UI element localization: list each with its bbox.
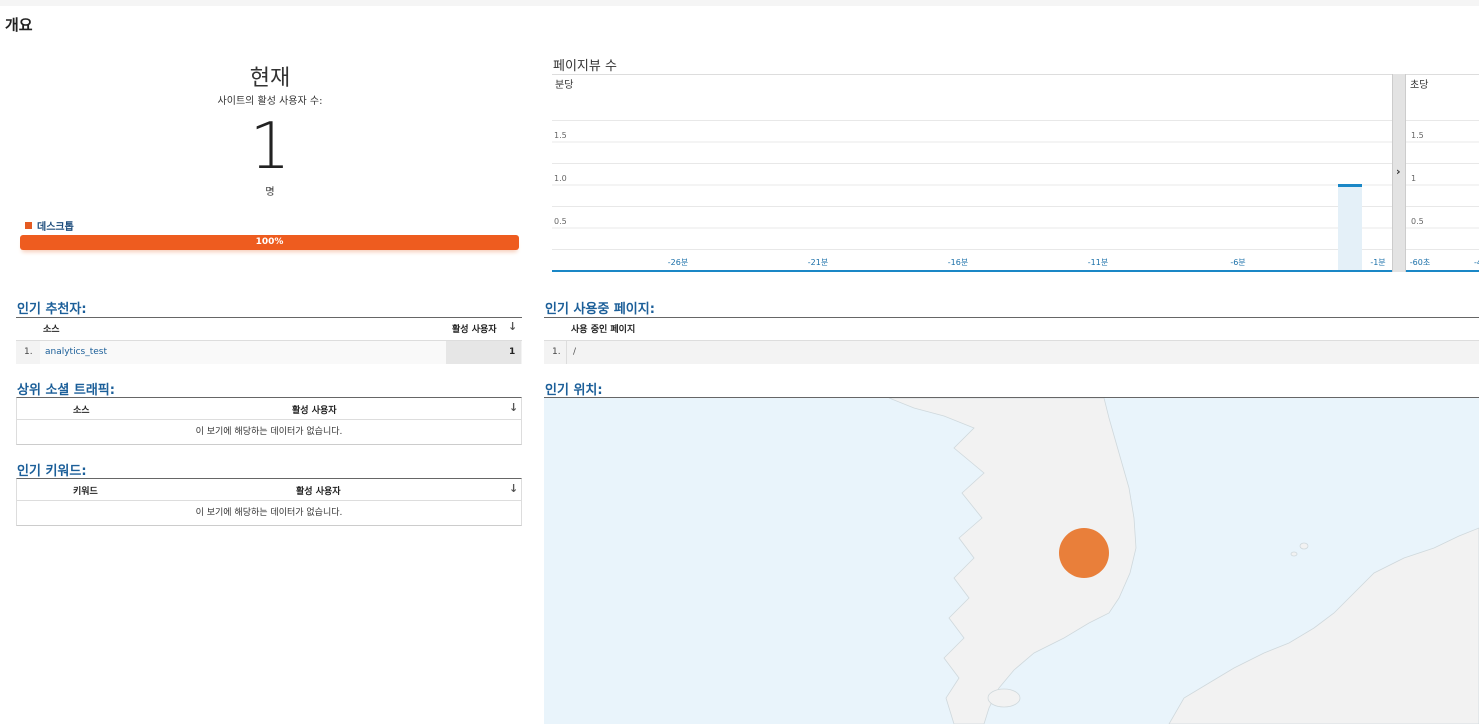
per-minute-label: 분당 — [555, 80, 574, 91]
col-page[interactable]: 사용 중인 페이지 — [571, 322, 635, 335]
row-source-link[interactable]: analytics_test — [45, 347, 107, 357]
device-legend: 데스크톱 — [25, 218, 74, 233]
map-land-island — [1290, 551, 1298, 557]
device-swatch — [25, 222, 32, 229]
x-tick-label: -1분 — [1370, 258, 1385, 267]
row-page-link[interactable]: / — [573, 347, 576, 357]
active-users-unit: 명 — [265, 187, 275, 198]
x-tick-label: -4 — [1474, 258, 1479, 267]
row-rank: 1. — [24, 347, 33, 357]
table-row: 1. / — [544, 340, 1479, 364]
top-keywords-table: 키워드 활성 사용자 ↓ 이 보기에 해당하는 데이터가 없습니다. — [16, 478, 522, 526]
table-header: 키워드 활성 사용자 ↓ — [17, 479, 521, 501]
top-social-title: 상위 소셜 트래픽: — [17, 383, 115, 398]
pageviews-title: 페이지뷰 수 — [553, 59, 617, 74]
top-referrals-table: 소스 활성 사용자 ↓ 1. analytics_test 1 — [16, 317, 522, 364]
active-users-count: 1 — [249, 110, 291, 184]
per-second-label: 초당 — [1410, 80, 1429, 91]
col-active-users[interactable]: 활성 사용자 — [452, 322, 497, 335]
x-tick-label: -26분 — [668, 258, 688, 267]
device-share-bar[interactable]: 100% — [20, 235, 519, 250]
top-keywords-title: 인기 키워드: — [17, 464, 87, 479]
per-second-chart-svg: 0.5 1 1.5 -60초 -4 — [1406, 120, 1479, 272]
page-title: 개요 — [5, 16, 33, 34]
x-tick-label: -16분 — [948, 258, 968, 267]
col-keyword[interactable]: 키워드 — [73, 484, 98, 497]
active-users-title: 현재 — [249, 66, 291, 91]
y-tick-label: 1.5 — [554, 131, 567, 140]
device-label: 데스크톱 — [37, 222, 74, 233]
x-tick-label: -6분 — [1230, 258, 1245, 267]
per-minute-chart-svg: 0.5 1.0 1.5 -26분 -21분 -16분 -11분 -6분 -1분 — [552, 120, 1392, 272]
active-users-panel: 현재 사이트의 활성 사용자 수: 1 명 — [20, 66, 520, 198]
top-social-table: 소스 활성 사용자 ↓ 이 보기에 해당하는 데이터가 없습니다. — [16, 397, 522, 445]
y-tick-label: 1 — [1411, 174, 1416, 183]
table-row: 1. analytics_test 1 — [16, 340, 522, 364]
top-referrals-title: 인기 추천자: — [17, 302, 87, 317]
row-active-users: 1 — [509, 347, 516, 357]
y-tick-label: 0.5 — [1411, 217, 1424, 226]
top-locations-title: 인기 위치: — [545, 383, 603, 398]
y-tick-label: 1.5 — [1411, 131, 1424, 140]
empty-message: 이 보기에 해당하는 데이터가 없습니다. — [195, 508, 343, 518]
col-source[interactable]: 소스 — [73, 403, 90, 416]
x-tick-label: -11분 — [1088, 258, 1108, 267]
y-tick-label: 1.0 — [554, 174, 567, 183]
top-strip — [0, 0, 1479, 6]
map-land-japan — [1168, 527, 1479, 724]
table-header: 소스 활성 사용자 ↓ — [17, 398, 521, 420]
location-map[interactable] — [544, 398, 1479, 724]
location-map-svg — [888, 398, 1479, 724]
table-header: 사용 중인 페이지 — [544, 318, 1479, 340]
map-land-island — [987, 688, 1021, 708]
col-source[interactable]: 소스 — [43, 322, 60, 335]
chevron-right-icon[interactable]: › — [1396, 165, 1401, 178]
x-tick-label: -60초 — [1410, 258, 1430, 267]
x-tick-label: -21분 — [808, 258, 828, 267]
per-minute-chart[interactable]: 0.5 1.0 1.5 -26분 -21분 -16분 -11분 -6분 -1분 — [552, 74, 1392, 272]
arrow-down-icon[interactable]: ↓ — [509, 482, 518, 495]
top-active-pages-title: 인기 사용중 페이지: — [545, 302, 655, 317]
table-header: 소스 활성 사용자 ↓ — [16, 318, 522, 340]
col-active-users[interactable]: 활성 사용자 — [296, 484, 341, 497]
bar — [1338, 185, 1362, 271]
arrow-down-icon[interactable]: ↓ — [509, 401, 518, 414]
location-marker — [1059, 528, 1109, 578]
row-rank: 1. — [552, 347, 561, 357]
bar-top — [1338, 184, 1362, 187]
map-land-island — [1299, 542, 1309, 550]
per-second-chart[interactable]: 0.5 1 1.5 -60초 -4 — [1406, 74, 1479, 272]
active-users-subtitle: 사이트의 활성 사용자 수: — [217, 96, 323, 107]
top-active-pages-table: 사용 중인 페이지 1. / — [544, 317, 1479, 364]
y-tick-label: 0.5 — [554, 217, 567, 226]
arrow-down-icon[interactable]: ↓ — [508, 320, 517, 333]
row-divider — [566, 341, 567, 364]
col-active-users[interactable]: 활성 사용자 — [292, 403, 337, 416]
empty-message: 이 보기에 해당하는 데이터가 없습니다. — [195, 427, 343, 437]
